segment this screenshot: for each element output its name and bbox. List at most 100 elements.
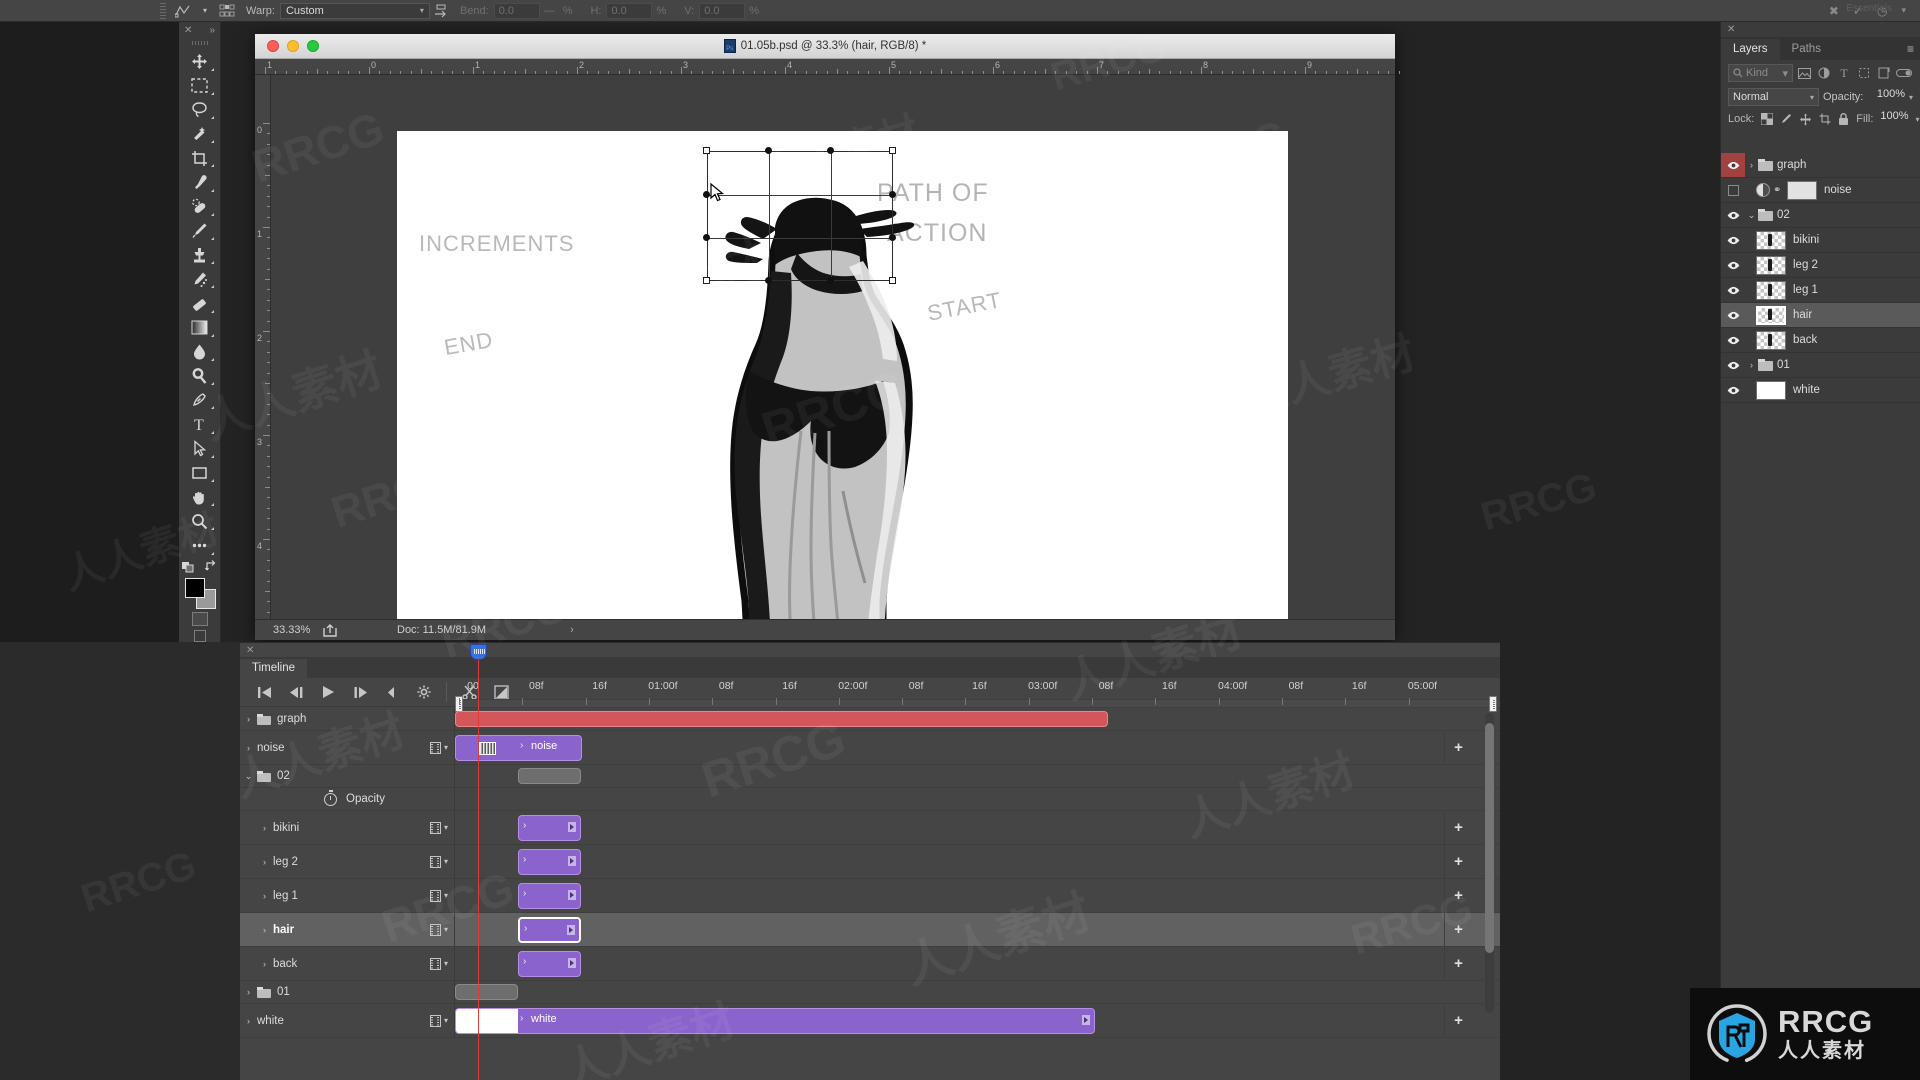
filter-pixel-icon[interactable] <box>1795 64 1813 82</box>
chevron-down-icon[interactable]: ⌄ <box>240 771 257 782</box>
timeline-track-area[interactable]: › + <box>455 879 1500 912</box>
add-media-button[interactable]: + <box>1444 731 1472 764</box>
type-tool[interactable]: T <box>183 412 217 436</box>
warp-orientation-icon[interactable] <box>430 2 452 20</box>
artboard[interactable]: INCREMENTS PATH OF ACTION START END <box>397 131 1288 637</box>
chevron-down-icon[interactable]: ⌄ <box>1745 210 1758 221</box>
crop-tool[interactable] <box>183 146 217 170</box>
filter-smart-object-icon[interactable] <box>1875 64 1893 82</box>
layer-row-body[interactable]: ⚭ noise <box>1745 178 1920 202</box>
layer-thumbnail[interactable] <box>1756 380 1786 400</box>
clip-expand-chevron-icon[interactable]: › <box>520 740 523 751</box>
timeline-track-area[interactable]: › + <box>455 913 1500 946</box>
layer-row[interactable]: ⚭ noise <box>1721 178 1920 203</box>
warp-node-r1[interactable] <box>889 191 896 198</box>
filter-kind-select[interactable]: Kind ▾ <box>1728 64 1793 82</box>
rectangular-marquee-tool[interactable] <box>183 74 217 98</box>
transform-handle-tl[interactable] <box>703 147 710 154</box>
next-frame-button[interactable] <box>344 681 376 703</box>
eraser-tool[interactable] <box>183 291 217 315</box>
clone-stamp-tool[interactable] <box>183 243 217 267</box>
gradient-tool[interactable] <box>183 316 217 340</box>
horizontal-ruler[interactable]: 1 0 1 2 3 4 5 6 7 8 9 <box>255 59 1400 75</box>
blur-tool[interactable] <box>183 340 217 364</box>
timeline-track-rows[interactable]: › graph › noise ▾ › noise + ⌄ 02 Opacity › bikini ▾ › +… <box>240 708 1500 1080</box>
move-tool[interactable] <box>183 49 217 73</box>
stopwatch-icon[interactable] <box>324 789 337 806</box>
chevron-down-icon[interactable]: ▾ <box>444 857 448 866</box>
lock-position-icon[interactable] <box>1799 112 1812 126</box>
filter-type-icon[interactable]: T <box>1835 64 1853 82</box>
path-selection-tool[interactable] <box>183 437 217 461</box>
status-expand-arrow[interactable]: › <box>570 624 574 636</box>
warp-tool-preset-icon[interactable] <box>172 2 194 20</box>
layer-row-body[interactable]: leg 2 <box>1745 253 1920 277</box>
add-media-button[interactable]: + <box>1444 879 1472 912</box>
timeline-track-label[interactable]: Opacity <box>240 788 455 810</box>
hand-tool[interactable] <box>183 485 217 509</box>
add-media-button[interactable]: + <box>1444 845 1472 878</box>
timeline-track-area[interactable] <box>455 981 1500 1003</box>
adjustment-layer-icon[interactable] <box>1756 183 1770 197</box>
timeline-clip[interactable]: › <box>518 951 581 977</box>
chevron-right-icon[interactable]: › <box>240 714 257 724</box>
add-media-button[interactable]: + <box>1444 947 1472 980</box>
layer-row-body[interactable]: bikini <box>1745 228 1920 252</box>
timeline-scrollbar-thumb[interactable] <box>1485 723 1494 953</box>
warp-node-b1[interactable] <box>765 277 772 284</box>
chevron-right-icon[interactable]: › <box>256 891 273 901</box>
timeline-track-row[interactable]: › bikini ▾ › + <box>240 811 1500 845</box>
timeline-track-area[interactable] <box>455 788 1500 810</box>
timeline-track-row[interactable]: › white ▾ › white + <box>240 1004 1500 1038</box>
timeline-track-row[interactable]: ⌄ 02 <box>240 765 1500 788</box>
blend-mode-select[interactable]: Normal ▾ <box>1728 88 1819 106</box>
layer-visibility-toggle[interactable] <box>1721 153 1745 177</box>
layer-visibility-toggle[interactable] <box>1721 378 1745 402</box>
rectangle-tool[interactable] <box>183 461 217 485</box>
chevron-right-icon[interactable]: › <box>256 857 273 867</box>
timeline-clip[interactable]: › <box>518 883 581 909</box>
options-chevron-icon[interactable]: ▾ <box>1901 5 1906 16</box>
timeline-track-area[interactable]: › white + <box>455 1004 1500 1037</box>
timeline-track-row[interactable]: › graph <box>240 708 1500 731</box>
timeline-clip[interactable] <box>455 984 518 1000</box>
fill-value[interactable]: 100% <box>1880 110 1909 128</box>
tab-paths[interactable]: Paths <box>1779 39 1833 60</box>
timeline-track-label[interactable]: › leg 2 ▾ <box>240 845 455 878</box>
vertical-ruler[interactable]: 012345 <box>255 75 271 738</box>
layer-visibility-toggle[interactable] <box>1721 353 1745 377</box>
timeline-track-area[interactable] <box>455 708 1500 730</box>
pen-tool[interactable] <box>183 388 217 412</box>
clip-end-handle-icon[interactable] <box>567 821 577 833</box>
quick-selection-tool[interactable] <box>183 122 217 146</box>
transform-handle-bl[interactable] <box>703 277 710 284</box>
layer-row[interactable]: › 01 <box>1721 353 1920 378</box>
warp-node-l2[interactable] <box>703 234 710 241</box>
filter-shape-icon[interactable] <box>1855 64 1873 82</box>
timeline-clip[interactable] <box>455 711 1108 727</box>
timeline-clip[interactable] <box>518 768 581 784</box>
layer-visibility-toggle[interactable] <box>1721 303 1745 327</box>
layer-row-body[interactable]: hair <box>1745 303 1920 327</box>
timeline-track-row[interactable]: › leg 2 ▾ › + <box>240 845 1500 879</box>
warp-select[interactable]: Custom ▾ <box>279 2 430 19</box>
options-bar-gripper[interactable] <box>160 2 166 19</box>
workspace-label[interactable]: Essentials <box>1846 3 1892 14</box>
timeline-settings-button[interactable] <box>408 681 440 703</box>
free-transform-box[interactable] <box>703 147 896 284</box>
timeline-track-row[interactable]: › hair ▾ › + <box>240 913 1500 947</box>
timeline-work-area[interactable] <box>455 699 1500 708</box>
share-icon[interactable] <box>323 623 337 637</box>
layer-row-body[interactable]: white <box>1745 378 1920 402</box>
screen-mode-icon[interactable] <box>193 630 206 643</box>
warp-node-t2[interactable] <box>827 147 834 154</box>
opacity-value[interactable]: 100% <box>1867 88 1905 106</box>
timeline-track-label[interactable]: › leg 1 ▾ <box>240 879 455 912</box>
warp-node-t1[interactable] <box>765 147 772 154</box>
lock-all-icon[interactable] <box>1838 112 1849 126</box>
timeline-track-row[interactable]: › back ▾ › + <box>240 947 1500 981</box>
previous-frame-button[interactable] <box>280 681 312 703</box>
track-options[interactable]: ▾ <box>429 957 448 970</box>
layer-visibility-toggle[interactable] <box>1721 278 1745 302</box>
timeline-track-area[interactable]: › + <box>455 845 1500 878</box>
